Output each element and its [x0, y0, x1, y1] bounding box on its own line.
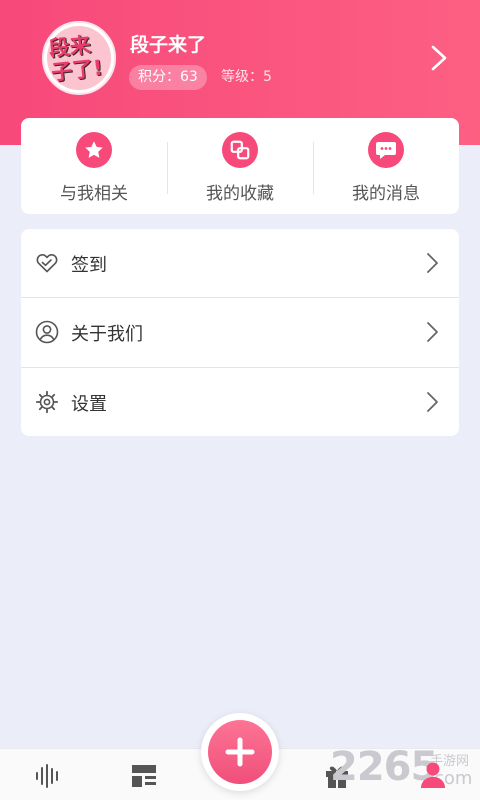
user-circle-icon: [35, 320, 59, 344]
heart-icon: [36, 254, 58, 273]
quick-action-related[interactable]: 与我相关: [21, 118, 167, 214]
chevron-right-icon: [427, 322, 438, 342]
chevron-right-icon: [427, 392, 438, 412]
quick-action-favorites[interactable]: 我的收藏: [167, 118, 313, 214]
person-icon[interactable]: [419, 760, 447, 790]
waveform-icon[interactable]: [34, 762, 62, 790]
menu-card: 签到 关于我们 设置: [21, 229, 459, 436]
chevron-right-icon[interactable]: [428, 45, 450, 71]
level-text: 等级：5: [221, 69, 272, 85]
quick-action-messages[interactable]: 我的消息: [313, 118, 459, 214]
gear-icon: [35, 390, 59, 414]
menu-item-checkin[interactable]: 签到: [21, 229, 459, 298]
menu-item-settings[interactable]: 设置: [21, 368, 459, 436]
quick-action-label: 我的消息: [352, 184, 420, 204]
menu-item-label: 设置: [71, 394, 107, 415]
site-watermark: 2265 手游网 com: [330, 744, 480, 800]
collection-icon: [222, 132, 258, 168]
user-name: 段子来了: [130, 34, 207, 56]
quick-actions-card: 与我相关 我的收藏 我的消息: [21, 118, 459, 214]
quick-action-label: 我的收藏: [206, 184, 274, 204]
avatar[interactable]: 段来子了!: [42, 21, 116, 95]
layout-icon[interactable]: [130, 762, 158, 790]
menu-item-about[interactable]: 关于我们: [21, 298, 459, 367]
menu-item-label: 签到: [71, 255, 107, 276]
star-icon: [76, 132, 112, 168]
points-badge: 积分：63: [129, 65, 207, 90]
menu-item-label: 关于我们: [71, 324, 143, 345]
quick-action-label: 与我相关: [60, 184, 128, 204]
chevron-right-icon: [427, 253, 438, 273]
plus-icon: [208, 720, 272, 784]
message-icon: [368, 132, 404, 168]
avatar-logo-text: 段来子了!: [47, 32, 104, 85]
add-post-button[interactable]: [201, 713, 279, 791]
